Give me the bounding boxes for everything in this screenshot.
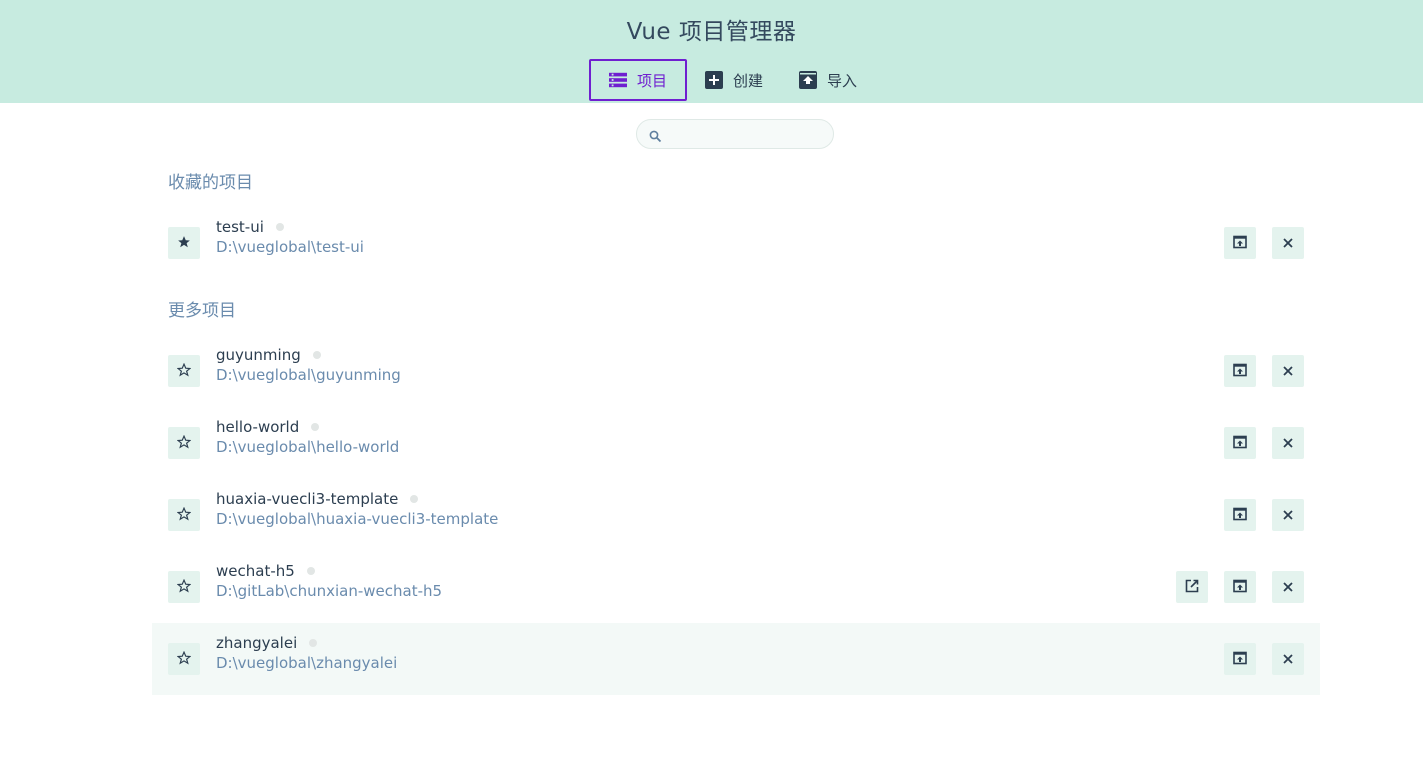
status-dot: [311, 423, 320, 431]
unarchive-icon: [799, 71, 818, 89]
close-icon: [1282, 434, 1294, 453]
project-name: wechat-h5: [216, 562, 315, 580]
open-in-browser-icon: [1233, 578, 1247, 597]
project-name: zhangyalei: [216, 634, 318, 652]
open-project-button[interactable]: [1224, 571, 1256, 603]
close-icon: [1282, 362, 1294, 381]
project-path: D:\vueglobal\hello-world: [216, 438, 400, 456]
project-name-text: wechat-h5: [216, 562, 295, 580]
project-row[interactable]: wechat-h5 D:\gitLab\chunxian-wechat-h5: [152, 551, 1320, 623]
project-row[interactable]: test-ui D:\vueglobal\test-ui: [152, 207, 1320, 279]
tab-projects-label: 项目: [637, 71, 668, 90]
more-projects-section-title: 更多项目: [168, 301, 236, 321]
favorite-toggle-button[interactable]: [168, 499, 200, 531]
close-icon: [1282, 234, 1294, 253]
project-path: D:\vueglobal\huaxia-vuecli3-template: [216, 510, 499, 528]
open-project-button[interactable]: [1224, 355, 1256, 387]
tab-projects[interactable]: 项目: [589, 59, 687, 101]
tab-import-label: 导入: [827, 71, 858, 90]
search-icon: [649, 128, 662, 143]
project-row[interactable]: guyunming D:\vueglobal\guyunming: [152, 335, 1320, 407]
favorite-toggle-button[interactable]: [168, 427, 200, 459]
main-tabs: 项目 创建 导入: [589, 59, 875, 103]
open-project-button[interactable]: [1224, 427, 1256, 459]
close-icon: [1282, 578, 1294, 597]
open-in-editor-button[interactable]: [1176, 571, 1208, 603]
list-icon: [609, 71, 627, 89]
project-name-text: zhangyalei: [216, 634, 298, 652]
page-title: Vue 项目管理器: [626, 19, 797, 45]
project-name: hello-world: [216, 418, 320, 436]
project-row[interactable]: zhangyalei D:\vueglobal\zhangyalei: [152, 623, 1320, 695]
project-row[interactable]: huaxia-vuecli3-template D:\vueglobal\hua…: [152, 479, 1320, 551]
open-in-browser-icon: [1233, 650, 1247, 669]
star-outline-icon: [176, 506, 192, 525]
star-outline-icon: [176, 578, 192, 597]
favorite-toggle-button[interactable]: [168, 643, 200, 675]
project-name: guyunming: [216, 346, 321, 364]
app-header: Vue 项目管理器 项目 创建 导入: [0, 0, 1423, 103]
remove-project-button[interactable]: [1272, 499, 1304, 531]
remove-project-button[interactable]: [1272, 571, 1304, 603]
project-path: D:\vueglobal\guyunming: [216, 366, 401, 384]
open-in-browser-icon: [1233, 434, 1247, 453]
open-project-button[interactable]: [1224, 499, 1256, 531]
star-filled-icon: [177, 234, 191, 253]
remove-project-button[interactable]: [1272, 355, 1304, 387]
close-icon: [1282, 650, 1294, 669]
open-in-browser-icon: [1233, 234, 1247, 253]
star-outline-icon: [176, 362, 192, 381]
star-outline-icon: [176, 650, 192, 669]
project-name-text: huaxia-vuecli3-template: [216, 490, 399, 508]
project-path: D:\vueglobal\test-ui: [216, 238, 364, 256]
remove-project-button[interactable]: [1272, 227, 1304, 259]
favorites-section-title: 收藏的项目: [168, 173, 253, 193]
project-row[interactable]: hello-world D:\vueglobal\hello-world: [152, 407, 1320, 479]
favorite-toggle-button[interactable]: [168, 571, 200, 603]
open-project-button[interactable]: [1224, 227, 1256, 259]
status-dot: [309, 639, 318, 647]
project-name-text: test-ui: [216, 218, 264, 236]
tab-create-label: 创建: [733, 71, 764, 90]
status-dot: [275, 223, 284, 231]
favorite-toggle-button[interactable]: [168, 355, 200, 387]
project-name: huaxia-vuecli3-template: [216, 490, 419, 508]
remove-project-button[interactable]: [1272, 427, 1304, 459]
status-dot: [410, 495, 419, 503]
project-name: test-ui: [216, 218, 284, 236]
project-name-text: guyunming: [216, 346, 301, 364]
search-input[interactable]: [669, 124, 828, 146]
open-in-new-icon: [1185, 578, 1199, 597]
status-dot: [312, 351, 321, 359]
status-dot: [306, 567, 315, 575]
close-icon: [1282, 506, 1294, 525]
tab-import[interactable]: 导入: [781, 59, 875, 101]
search-box[interactable]: [636, 119, 834, 149]
star-outline-icon: [176, 434, 192, 453]
tab-create[interactable]: 创建: [687, 59, 781, 101]
open-in-browser-icon: [1233, 506, 1247, 525]
add-box-icon: [705, 71, 723, 89]
project-path: D:\vueglobal\zhangyalei: [216, 654, 398, 672]
open-in-browser-icon: [1233, 362, 1247, 381]
favorite-toggle-button[interactable]: [168, 227, 200, 259]
project-path: D:\gitLab\chunxian-wechat-h5: [216, 582, 443, 600]
open-project-button[interactable]: [1224, 643, 1256, 675]
remove-project-button[interactable]: [1272, 643, 1304, 675]
project-name-text: hello-world: [216, 418, 300, 436]
